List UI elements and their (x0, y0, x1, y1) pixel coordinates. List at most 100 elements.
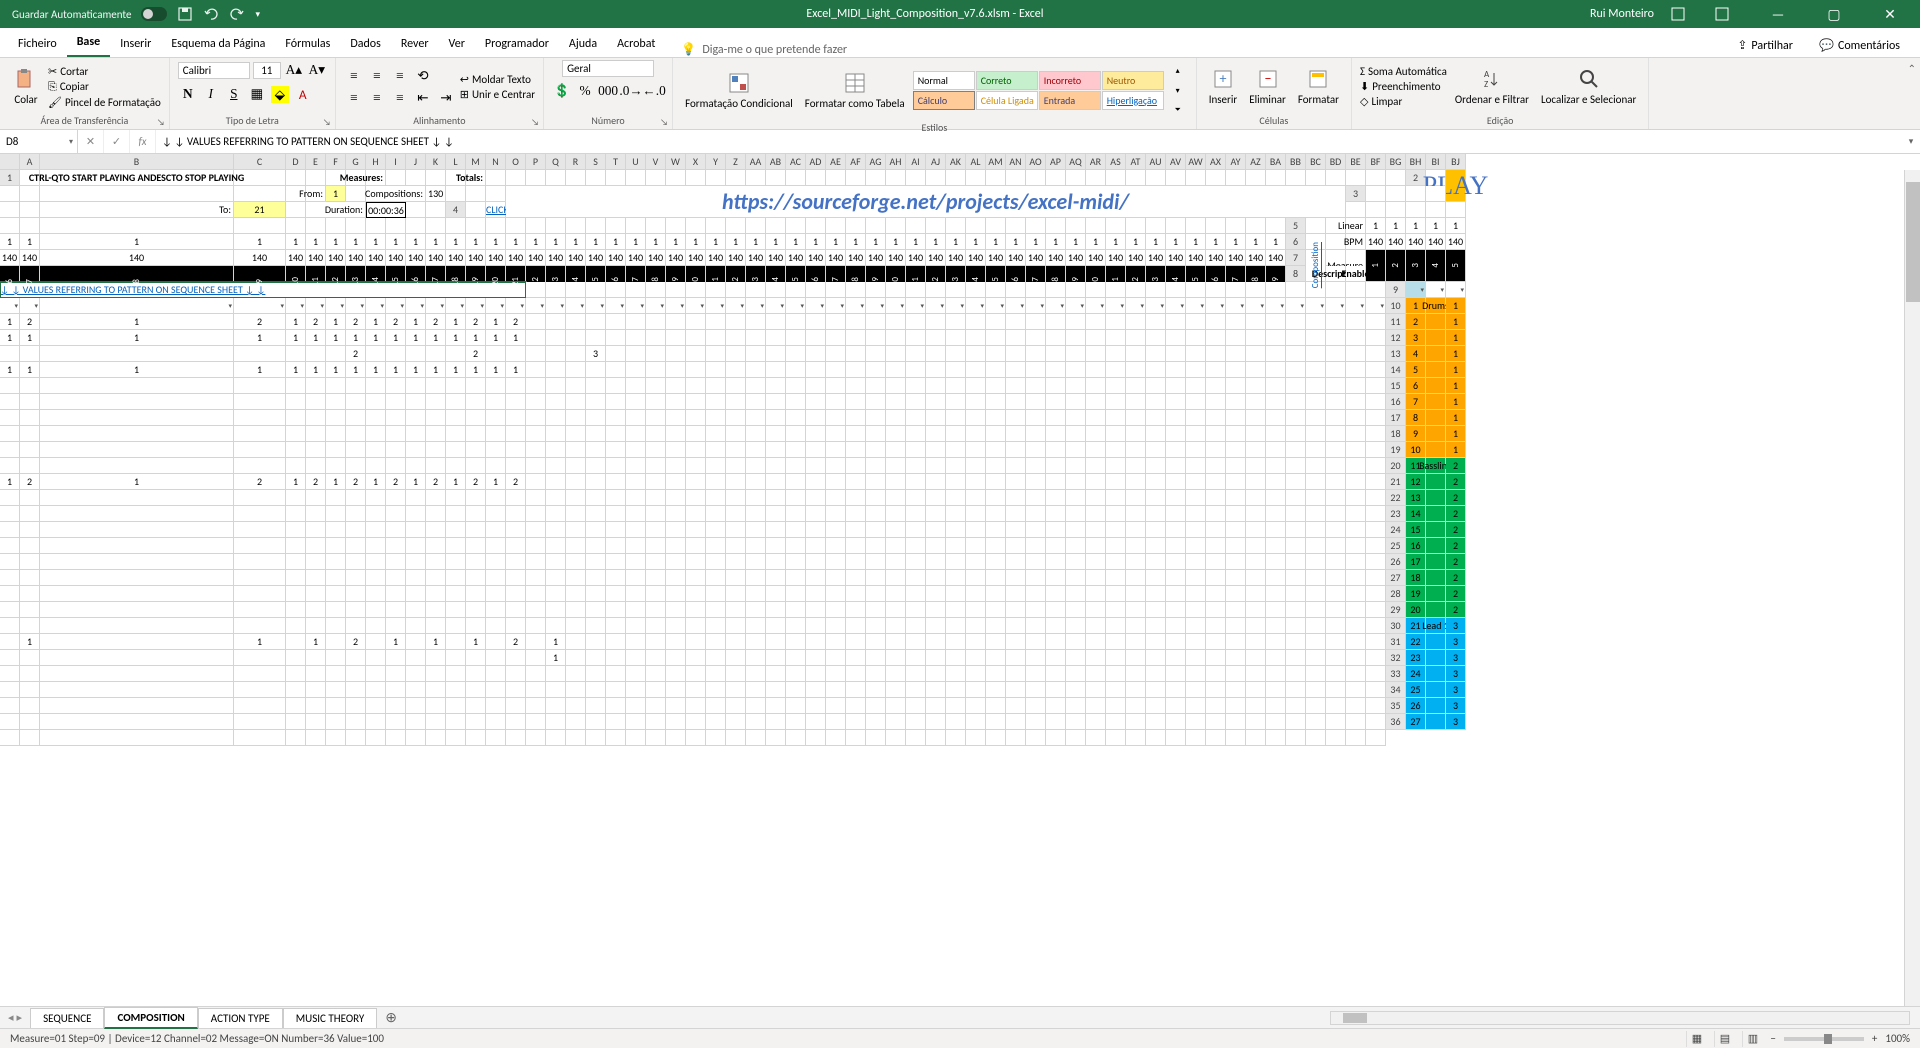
cell[interactable]: 1 (506, 362, 526, 378)
cell[interactable] (826, 634, 846, 650)
cell[interactable] (366, 570, 386, 586)
cell[interactable] (646, 170, 666, 186)
cell[interactable] (1066, 410, 1086, 426)
cell[interactable] (686, 634, 706, 650)
cell[interactable] (386, 698, 406, 714)
cell[interactable]: 140 (966, 250, 986, 266)
cell[interactable] (386, 602, 406, 618)
cell[interactable] (406, 666, 426, 682)
cell[interactable] (1286, 506, 1306, 522)
cell[interactable] (1006, 346, 1026, 362)
cell[interactable] (926, 538, 946, 554)
column-header[interactable]: O (506, 154, 526, 170)
cell[interactable] (234, 426, 286, 442)
cell[interactable] (786, 714, 806, 730)
cell[interactable]: 140 (346, 250, 366, 266)
cell[interactable] (1186, 426, 1206, 442)
cell[interactable] (366, 682, 386, 698)
cell[interactable] (586, 426, 606, 442)
cell[interactable] (926, 474, 946, 490)
cell[interactable] (1086, 330, 1106, 346)
cell[interactable] (846, 458, 866, 474)
column-header[interactable]: AA (746, 154, 766, 170)
cell[interactable] (1006, 362, 1026, 378)
cell[interactable] (526, 634, 546, 650)
cell[interactable] (966, 410, 986, 426)
cell[interactable] (20, 186, 40, 202)
cell[interactable] (866, 554, 886, 570)
cell[interactable] (1406, 186, 1426, 202)
cell[interactable]: 1 (866, 234, 886, 250)
cell[interactable] (1326, 554, 1346, 570)
name-box[interactable]: D8▾ (0, 130, 78, 153)
cell[interactable] (666, 442, 686, 458)
cell[interactable] (906, 362, 926, 378)
cell[interactable] (1146, 730, 1166, 746)
cell[interactable] (846, 426, 866, 442)
cell[interactable] (866, 394, 886, 410)
cell[interactable] (1266, 442, 1286, 458)
cell[interactable] (326, 506, 346, 522)
cell[interactable] (0, 698, 20, 714)
cell[interactable]: 2 (346, 474, 366, 490)
cell[interactable] (666, 426, 686, 442)
cell[interactable] (1266, 506, 1286, 522)
cell[interactable] (566, 650, 586, 666)
styles-scroll-up-icon[interactable]: ▴ (1168, 60, 1188, 80)
share-button[interactable]: ⇪Partilhar (1729, 34, 1801, 57)
cell[interactable] (806, 474, 826, 490)
cell[interactable] (1346, 426, 1366, 442)
cell[interactable] (526, 522, 546, 538)
cell[interactable] (1086, 442, 1106, 458)
cell[interactable] (1306, 426, 1326, 442)
cell[interactable] (406, 554, 426, 570)
cell[interactable] (806, 506, 826, 522)
cell[interactable] (486, 346, 506, 362)
cell[interactable] (1246, 346, 1266, 362)
cell[interactable] (1246, 538, 1266, 554)
cell[interactable] (966, 170, 986, 186)
cell[interactable] (966, 618, 986, 634)
cell[interactable] (1266, 362, 1286, 378)
cell[interactable] (1326, 282, 1346, 298)
cell[interactable] (426, 506, 446, 522)
cell[interactable] (20, 714, 40, 730)
cell[interactable] (1266, 634, 1286, 650)
column-header[interactable]: AF (846, 154, 866, 170)
cell[interactable] (546, 298, 566, 314)
row-header[interactable]: 21 (1386, 474, 1406, 490)
cell[interactable] (826, 522, 846, 538)
cell[interactable] (1306, 346, 1326, 362)
cell[interactable] (1006, 474, 1026, 490)
cell[interactable] (1026, 410, 1046, 426)
cell[interactable] (1026, 218, 1046, 234)
cell[interactable] (626, 730, 646, 746)
cell[interactable] (1226, 538, 1246, 554)
cell[interactable] (666, 666, 686, 682)
cell[interactable] (486, 602, 506, 618)
cell[interactable] (234, 458, 286, 474)
cell[interactable] (1246, 362, 1266, 378)
cell[interactable] (446, 618, 466, 634)
sheet-tab-actiontype[interactable]: ACTION TYPE (198, 1008, 283, 1028)
cell[interactable] (1126, 730, 1146, 746)
cell[interactable] (486, 554, 506, 570)
cell[interactable] (706, 218, 726, 234)
cell[interactable] (686, 474, 706, 490)
cell[interactable]: 140 (1186, 250, 1206, 266)
comments-button[interactable]: 💬Comentários (1811, 34, 1908, 57)
cell[interactable] (1286, 346, 1306, 362)
cell[interactable] (20, 666, 40, 682)
cell[interactable] (1166, 714, 1186, 730)
cell[interactable] (806, 314, 826, 330)
cell[interactable] (1046, 346, 1066, 362)
cell[interactable] (366, 458, 386, 474)
cell[interactable] (326, 218, 346, 234)
column-header[interactable]: BI (1426, 154, 1446, 170)
cell[interactable] (1126, 394, 1146, 410)
cell[interactable] (1346, 730, 1366, 746)
cell[interactable] (466, 506, 486, 522)
cell[interactable] (446, 410, 466, 426)
cell[interactable] (326, 634, 346, 650)
cell[interactable] (886, 554, 906, 570)
